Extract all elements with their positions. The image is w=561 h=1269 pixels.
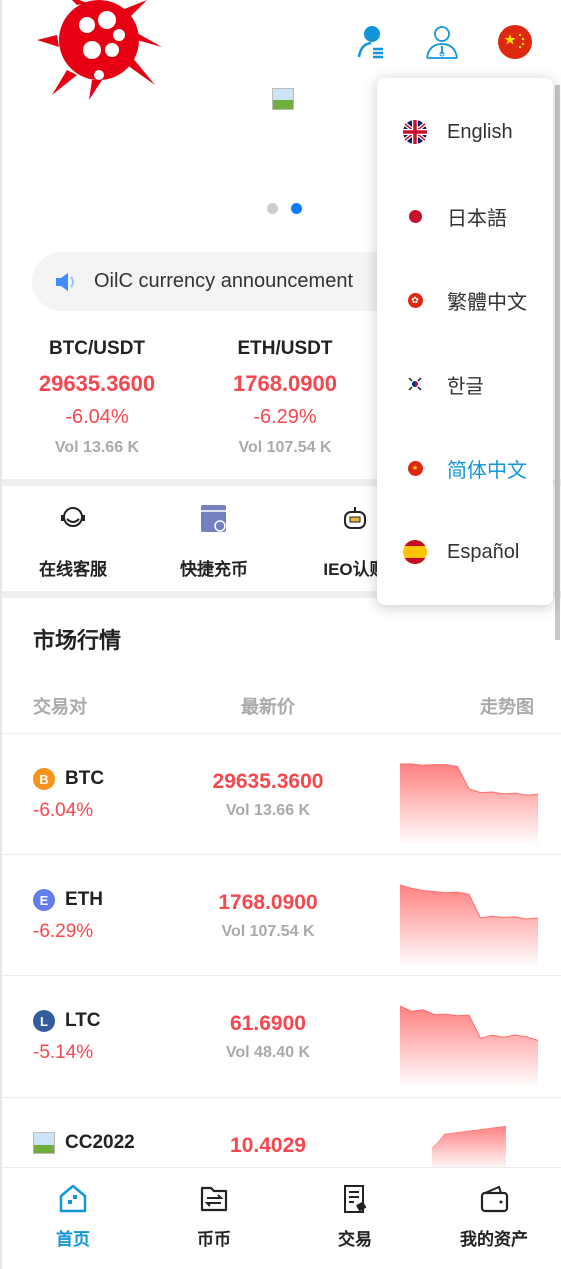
- language-label: Español: [447, 540, 520, 563]
- col-header-price: 最新价: [241, 697, 295, 717]
- sparkline-area: [432, 1126, 506, 1170]
- coin-volume: Vol 48.40 K: [225, 1044, 311, 1061]
- coin-name: L LTC: [33, 1010, 101, 1032]
- ticker-volume: Vol 107.54 K: [238, 439, 332, 456]
- coin-price: 29635.3600: [212, 770, 324, 793]
- trend-sparkline: [400, 1005, 538, 1088]
- language-traditional-chinese[interactable]: ✿ 繁體中文: [377, 258, 553, 342]
- sparkline-area: [400, 764, 538, 846]
- coin-name: E ETH: [33, 889, 103, 911]
- language-label: 日本語: [447, 207, 507, 230]
- language-korean[interactable]: 한글: [377, 342, 553, 426]
- col-header-trend: 走势图: [480, 697, 534, 717]
- sparkline-area: [400, 1006, 538, 1088]
- announcement-text: OilC currency announcement: [94, 270, 354, 292]
- coin-change: -6.04%: [33, 800, 94, 821]
- language-label: 简体中文: [447, 459, 527, 482]
- market-title: 市场行情: [33, 628, 122, 653]
- hong-kong-flag-icon: ✿: [407, 292, 423, 308]
- carousel-dot-active[interactable]: [291, 203, 302, 214]
- coin-name: CC2022: [33, 1132, 135, 1154]
- coin-price: 61.6900: [230, 1012, 306, 1035]
- broken-image-icon: [272, 88, 294, 110]
- market-row[interactable]: B BTC -6.04% 29635.3600 Vol 13.66 K: [2, 733, 561, 854]
- nav-label: 首页: [56, 1230, 90, 1249]
- coin-icon: E: [33, 889, 55, 911]
- ticker-pair[interactable]: BTC/USDT: [2, 338, 192, 360]
- china-flag-icon: ★: [407, 460, 423, 476]
- exchange-folder-icon: [200, 1186, 228, 1212]
- china-flag-icon[interactable]: [497, 24, 533, 60]
- spain-flag-icon: [403, 540, 427, 564]
- coin-volume: Vol 13.66 K: [225, 802, 311, 819]
- coin-icon: B: [33, 768, 55, 790]
- quick-label: 在线客服: [39, 560, 107, 579]
- bottom-nav: 首页 币币 交易 我的资产: [2, 1167, 561, 1269]
- coin-icon: L: [33, 1010, 55, 1032]
- red-splat-logo-icon: [37, 0, 162, 100]
- coin-price: 1768.0900: [218, 891, 318, 914]
- deposit-card-icon: [201, 505, 226, 532]
- ticker-change: -6.29%: [253, 406, 317, 428]
- broken-image-icon: [33, 1132, 55, 1154]
- coin-symbol: ETH: [65, 889, 103, 910]
- coin-symbol: LTC: [65, 1010, 101, 1031]
- language-label: 繁體中文: [447, 291, 527, 314]
- market-row[interactable]: L LTC -5.14% 61.6900 Vol 48.40 K: [2, 975, 561, 1096]
- quick-label: 快捷充币: [180, 560, 248, 579]
- carousel-dot[interactable]: [267, 203, 278, 214]
- nav-label: 交易: [338, 1230, 372, 1249]
- trend-sparkline: [400, 884, 538, 967]
- ticker-price: 29635.3600: [38, 371, 156, 396]
- ticker-pair[interactable]: ETH/USDT: [190, 338, 380, 360]
- trend-sparkline: [400, 763, 538, 846]
- nav-assets[interactable]: 我的资产: [424, 1184, 561, 1250]
- ticker-change: -6.04%: [65, 406, 129, 428]
- coin-change: -5.14%: [33, 1042, 94, 1063]
- col-header-pair: 交易对: [33, 697, 87, 717]
- language-label: 한글: [447, 375, 484, 398]
- coin-symbol: BTC: [65, 768, 105, 789]
- nav-label: 币币: [197, 1230, 231, 1249]
- coin-price: 10.4029: [230, 1134, 306, 1157]
- quick-deposit[interactable]: 快捷充币: [144, 504, 284, 580]
- quick-customer-service[interactable]: 在线客服: [3, 504, 143, 580]
- ticker-volume: Vol 13.66 K: [54, 439, 140, 456]
- japan-flag-icon: [408, 209, 422, 223]
- headset-icon: [61, 507, 85, 527]
- speaker-icon: [56, 272, 74, 291]
- language-japanese[interactable]: 日本語: [377, 174, 553, 258]
- trade-document-icon: [344, 1185, 367, 1213]
- ticker-price: 1768.0900: [233, 371, 337, 396]
- nav-trade[interactable]: 交易: [285, 1184, 425, 1250]
- customer-service-icon[interactable]: [424, 24, 460, 60]
- user-list-icon[interactable]: [353, 24, 389, 60]
- coin-symbol: CC2022: [65, 1132, 135, 1153]
- wallet-icon: [480, 1185, 509, 1213]
- robot-icon: [344, 507, 366, 529]
- market-row[interactable]: E ETH -6.29% 1768.0900 Vol 107.54 K: [2, 854, 561, 975]
- language-label: English: [447, 120, 513, 143]
- coin-change: -6.29%: [33, 921, 94, 942]
- sparkline-area: [400, 885, 538, 967]
- uk-flag-icon: [403, 120, 427, 144]
- language-spanish[interactable]: Español: [377, 510, 553, 594]
- nav-spot[interactable]: 币币: [144, 1184, 284, 1250]
- language-simplified-chinese[interactable]: ★ 简体中文: [377, 426, 553, 510]
- korea-flag-icon: [408, 377, 422, 391]
- home-icon: [59, 1184, 87, 1213]
- scrollbar[interactable]: [555, 85, 560, 640]
- language-menu: English 日本語 ✿ 繁體中文 한글 ★ 简体中文 Español: [377, 78, 553, 605]
- trend-sparkline: [431, 1125, 506, 1170]
- coin-volume: Vol 107.54 K: [221, 923, 315, 940]
- nav-home[interactable]: 首页: [3, 1184, 143, 1250]
- coin-name: B BTC: [33, 768, 104, 790]
- nav-label: 我的资产: [460, 1230, 528, 1249]
- language-english[interactable]: English: [377, 90, 553, 174]
